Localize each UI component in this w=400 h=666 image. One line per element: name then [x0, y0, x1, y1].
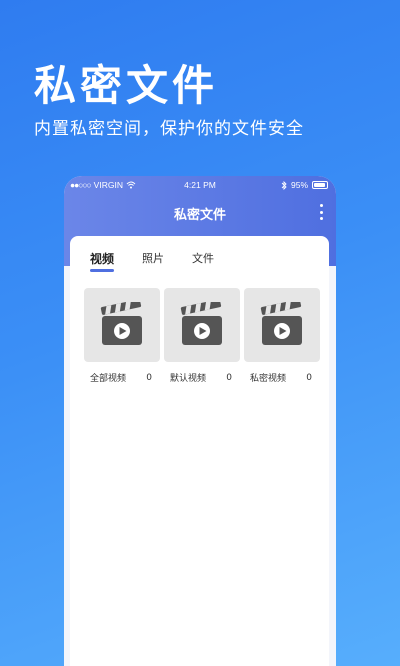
folder-default-videos[interactable]: 默认视频 0: [164, 288, 240, 384]
folder-name: 默认视频: [170, 374, 207, 384]
video-clapper-icon: [260, 302, 302, 345]
folder-count: 0: [146, 372, 152, 383]
content-card: 视频 照片 文件 全部视频 0 默认视频 0 私密视频 0: [70, 236, 329, 666]
folder-grid: 全部视频 0 默认视频 0 私密视频 0: [84, 288, 320, 384]
folder-thumbnail[interactable]: [244, 288, 320, 362]
battery-icon: [312, 181, 328, 189]
phone-mockup: ●●○○○ VIRGIN 4:21 PM 95% 私密文件 视频 照片 文件 全…: [64, 176, 336, 666]
bluetooth-icon: [281, 180, 287, 190]
folder-thumbnail[interactable]: [164, 288, 240, 362]
folder-name: 私密视频: [250, 374, 287, 384]
tab-bar: 视频 照片 文件: [90, 250, 214, 276]
video-clapper-icon: [100, 302, 142, 345]
promo-subtitle: 内置私密空间，保护你的文件安全: [34, 119, 304, 139]
folder-count: 0: [226, 372, 232, 383]
status-bar: ●●○○○ VIRGIN 4:21 PM 95%: [64, 176, 336, 194]
more-options-icon[interactable]: [318, 204, 324, 220]
tab-files[interactable]: 文件: [192, 250, 214, 276]
folder-name: 全部视频: [90, 374, 127, 384]
video-clapper-icon: [180, 302, 222, 345]
app-title: 私密文件: [173, 208, 226, 223]
battery-percent: 95%: [290, 180, 308, 190]
folder-thumbnail[interactable]: [84, 288, 160, 362]
folder-count: 0: [306, 372, 312, 383]
folder-all-videos[interactable]: 全部视频 0: [84, 288, 160, 384]
folder-meta: 默认视频 0: [164, 371, 240, 385]
tab-videos[interactable]: 视频: [90, 250, 115, 276]
folder-meta: 全部视频 0: [84, 371, 160, 385]
tab-photos[interactable]: 照片: [142, 250, 164, 276]
status-right: 95%: [281, 180, 328, 190]
folder-private-videos[interactable]: 私密视频 0: [244, 288, 320, 384]
folder-meta: 私密视频 0: [244, 371, 320, 385]
promo-title: 私密文件: [34, 61, 219, 110]
